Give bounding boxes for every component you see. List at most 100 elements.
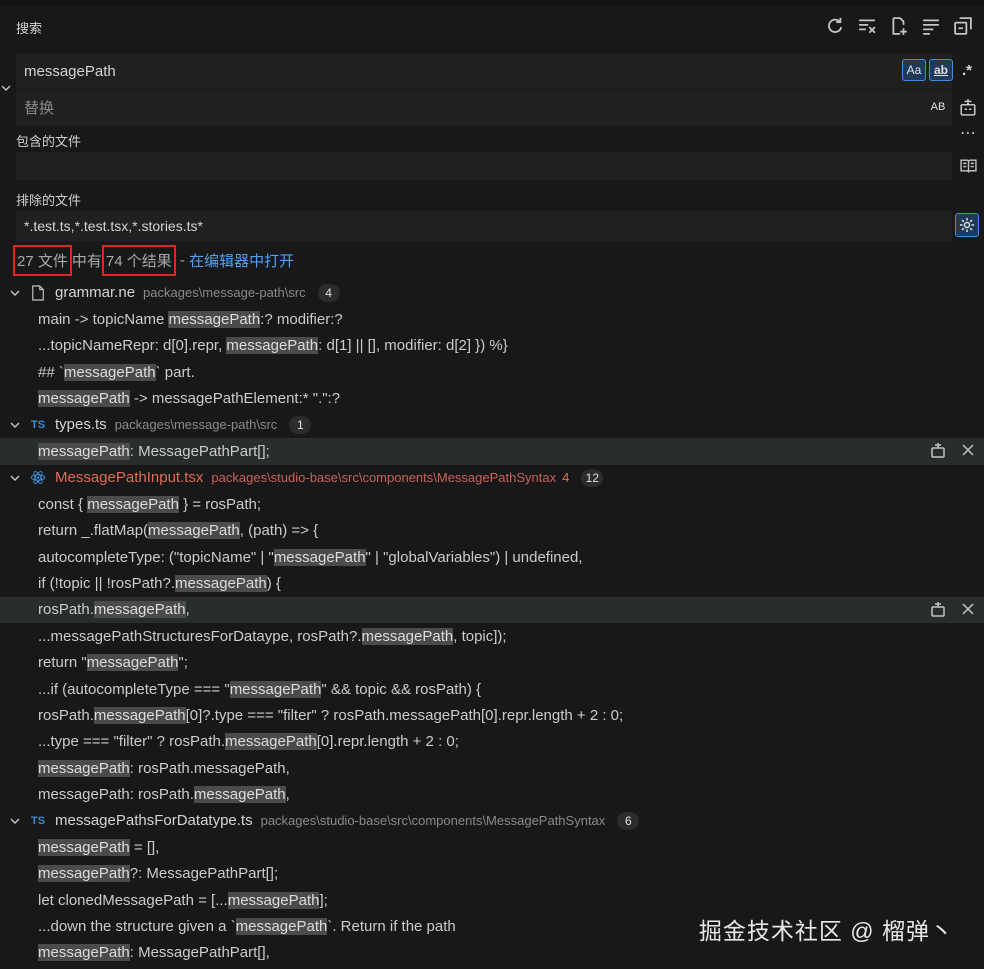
file-path: packages\message-path\src bbox=[143, 285, 306, 301]
toggle-replace-chevron-icon[interactable] bbox=[0, 82, 12, 94]
match-highlight: messagePath bbox=[273, 548, 366, 566]
file-result-row[interactable]: MessagePathInput.tsx packages\studio-base… bbox=[0, 465, 984, 491]
file-name: messagePathsForDatatype.ts packages\studi… bbox=[55, 812, 640, 830]
open-in-editor-link[interactable]: 在编辑器中打开 bbox=[189, 250, 294, 271]
replace-input[interactable] bbox=[16, 90, 952, 126]
match-text: `. Return if the path bbox=[327, 918, 456, 936]
match-line[interactable]: ## ` messagePath ` part. bbox=[0, 359, 984, 385]
dismiss-icon[interactable] bbox=[960, 442, 976, 462]
preserve-case-button[interactable]: AB bbox=[926, 96, 950, 118]
match-line[interactable]: ...type === "filter" ? rosPath. messagePa… bbox=[0, 729, 984, 755]
match-text: messagePath: rosPath. bbox=[38, 786, 194, 804]
chevron-down-icon[interactable] bbox=[8, 814, 22, 828]
match-highlight: messagePath bbox=[193, 786, 286, 804]
match-highlight: messagePath bbox=[148, 522, 240, 540]
match-line[interactable]: const { messagePath } = rosPath; bbox=[0, 491, 984, 517]
replace-icon[interactable] bbox=[930, 601, 946, 621]
view-as-tree-icon[interactable] bbox=[918, 14, 944, 38]
file-result-row[interactable]: grammar.ne packages\message-path\src 4 bbox=[0, 280, 984, 306]
match-line[interactable]: messagePath: rosPath.messagePath, bbox=[0, 755, 984, 781]
match-text: , bbox=[185, 601, 190, 619]
results-summary: 27 文件 中有 74 个结果 - 在编辑器中打开 bbox=[13, 243, 294, 277]
dismiss-icon[interactable] bbox=[960, 601, 976, 621]
search-field[interactable] bbox=[16, 53, 952, 89]
match-line[interactable]: messagePath?: MessagePathPart[]; bbox=[0, 861, 984, 887]
react-icon bbox=[30, 469, 46, 487]
match-highlight: messagePath bbox=[38, 759, 130, 777]
more-options-icon[interactable]: ⋯ bbox=[956, 122, 980, 144]
include-files-input[interactable] bbox=[16, 152, 952, 180]
file-name: types.ts packages\message-path\src 1 bbox=[55, 416, 312, 435]
match-line[interactable]: let clonedMessagePath = [... messagePath]… bbox=[0, 887, 984, 913]
include-files-field[interactable] bbox=[16, 152, 952, 180]
match-line[interactable]: messagePath -> messagePathElement:* ".":… bbox=[0, 386, 984, 412]
refresh-icon[interactable] bbox=[822, 14, 848, 38]
match-text: " && topic && rosPath) { bbox=[321, 680, 481, 698]
match-text: :? modifier:? bbox=[260, 311, 343, 329]
match-line[interactable]: messagePath: MessagePathPart[]; bbox=[0, 438, 984, 465]
match-line[interactable]: ...topicNameRepr: d[0].repr, messagePath… bbox=[0, 333, 984, 359]
match-text: " | "globalVariables") | undefined, bbox=[365, 548, 583, 566]
collapse-all-icon[interactable] bbox=[950, 14, 976, 38]
match-count-badge: 1 bbox=[289, 416, 312, 435]
match-case-button[interactable]: Aa bbox=[902, 59, 926, 81]
file-result-row[interactable]: TS types.ts packages\message-path\src 1 bbox=[0, 412, 984, 438]
match-text: , bbox=[285, 786, 290, 804]
match-highlight: messagePath bbox=[227, 891, 320, 909]
chevron-down-icon[interactable] bbox=[8, 418, 22, 432]
use-exclude-settings-icon[interactable] bbox=[955, 213, 979, 237]
match-highlight: messagePath bbox=[175, 574, 267, 592]
modified-indicator: 4 bbox=[562, 469, 570, 485]
exclude-files-label: 排除的文件 bbox=[16, 193, 82, 208]
match-whole-word-button[interactable]: ab bbox=[929, 59, 953, 81]
match-line[interactable]: rosPath. messagePath [0]?.type === "filter… bbox=[0, 702, 984, 728]
match-text: if (!topic || !rosPath?. bbox=[38, 574, 176, 592]
replace-icon[interactable] bbox=[930, 442, 946, 462]
exclude-files-field[interactable] bbox=[16, 211, 952, 241]
chevron-down-icon[interactable] bbox=[8, 471, 22, 485]
summary-separator: - bbox=[175, 251, 190, 269]
panel-title: 搜索 bbox=[16, 21, 43, 36]
use-regex-button[interactable]: .* bbox=[956, 59, 978, 81]
match-actions bbox=[930, 442, 976, 462]
match-line[interactable]: rosPath. messagePath, bbox=[0, 596, 984, 624]
summary-middle-text: 中有 bbox=[71, 252, 102, 270]
replace-all-icon[interactable] bbox=[956, 96, 980, 118]
exclude-files-input[interactable] bbox=[16, 211, 952, 241]
match-highlight: messagePath bbox=[38, 838, 130, 856]
match-highlight: messagePath bbox=[226, 337, 319, 355]
search-open-editors-icon[interactable] bbox=[956, 154, 980, 176]
match-line[interactable]: main -> topicName messagePath:? modifier… bbox=[0, 306, 984, 332]
match-highlight: messagePath bbox=[38, 865, 130, 883]
match-line[interactable]: ...if (autocompleteType === " messagePath… bbox=[0, 676, 984, 702]
match-text: [0].repr.length + 2 : 0; bbox=[316, 733, 459, 751]
file-result-row[interactable]: TS messagePathsForDatatype.ts packages\stu… bbox=[0, 808, 984, 834]
match-line[interactable]: autocompleteType: ("topicName" | " messag… bbox=[0, 544, 984, 570]
match-line[interactable]: ...messagePathStructuresForDataype, rosP… bbox=[0, 623, 984, 649]
match-text: autocompleteType: ("topicName" | " bbox=[38, 548, 274, 566]
match-text: ...messagePathStructuresForDataype, rosP… bbox=[38, 627, 362, 645]
match-line[interactable]: messagePath = [], bbox=[0, 834, 984, 860]
search-input[interactable] bbox=[16, 53, 952, 89]
match-text: main -> topicName bbox=[38, 311, 169, 329]
chevron-down-icon[interactable] bbox=[8, 286, 22, 300]
match-line[interactable]: messagePath: rosPath.messagePath, bbox=[0, 781, 984, 807]
file-path: packages\studio-base\src\components\Mess… bbox=[211, 469, 557, 485]
file-name-text: grammar.ne bbox=[55, 284, 136, 302]
match-line[interactable]: return " messagePath "; bbox=[0, 649, 984, 675]
match-line[interactable]: if (!topic || !rosPath?. messagePath) { bbox=[0, 570, 984, 596]
match-line[interactable]: return _.flatMap(messagePath, (path) => … bbox=[0, 518, 984, 544]
match-highlight: messagePath bbox=[168, 311, 261, 329]
match-highlight: messagePath bbox=[93, 706, 186, 724]
match-highlight: messagePath bbox=[38, 944, 130, 962]
match-text: , (path) => { bbox=[239, 522, 319, 540]
match-text: rosPath. bbox=[38, 706, 94, 724]
replace-field[interactable] bbox=[16, 90, 952, 126]
clear-results-icon[interactable] bbox=[854, 14, 880, 38]
include-files-label: 包含的文件 bbox=[16, 134, 82, 149]
match-text: } = rosPath; bbox=[178, 495, 262, 513]
file-name: grammar.ne packages\message-path\src 4 bbox=[55, 284, 340, 303]
ts-icon: TS bbox=[30, 814, 46, 827]
file-path: packages\message-path\src bbox=[114, 417, 278, 433]
new-search-editor-icon[interactable] bbox=[886, 14, 912, 38]
